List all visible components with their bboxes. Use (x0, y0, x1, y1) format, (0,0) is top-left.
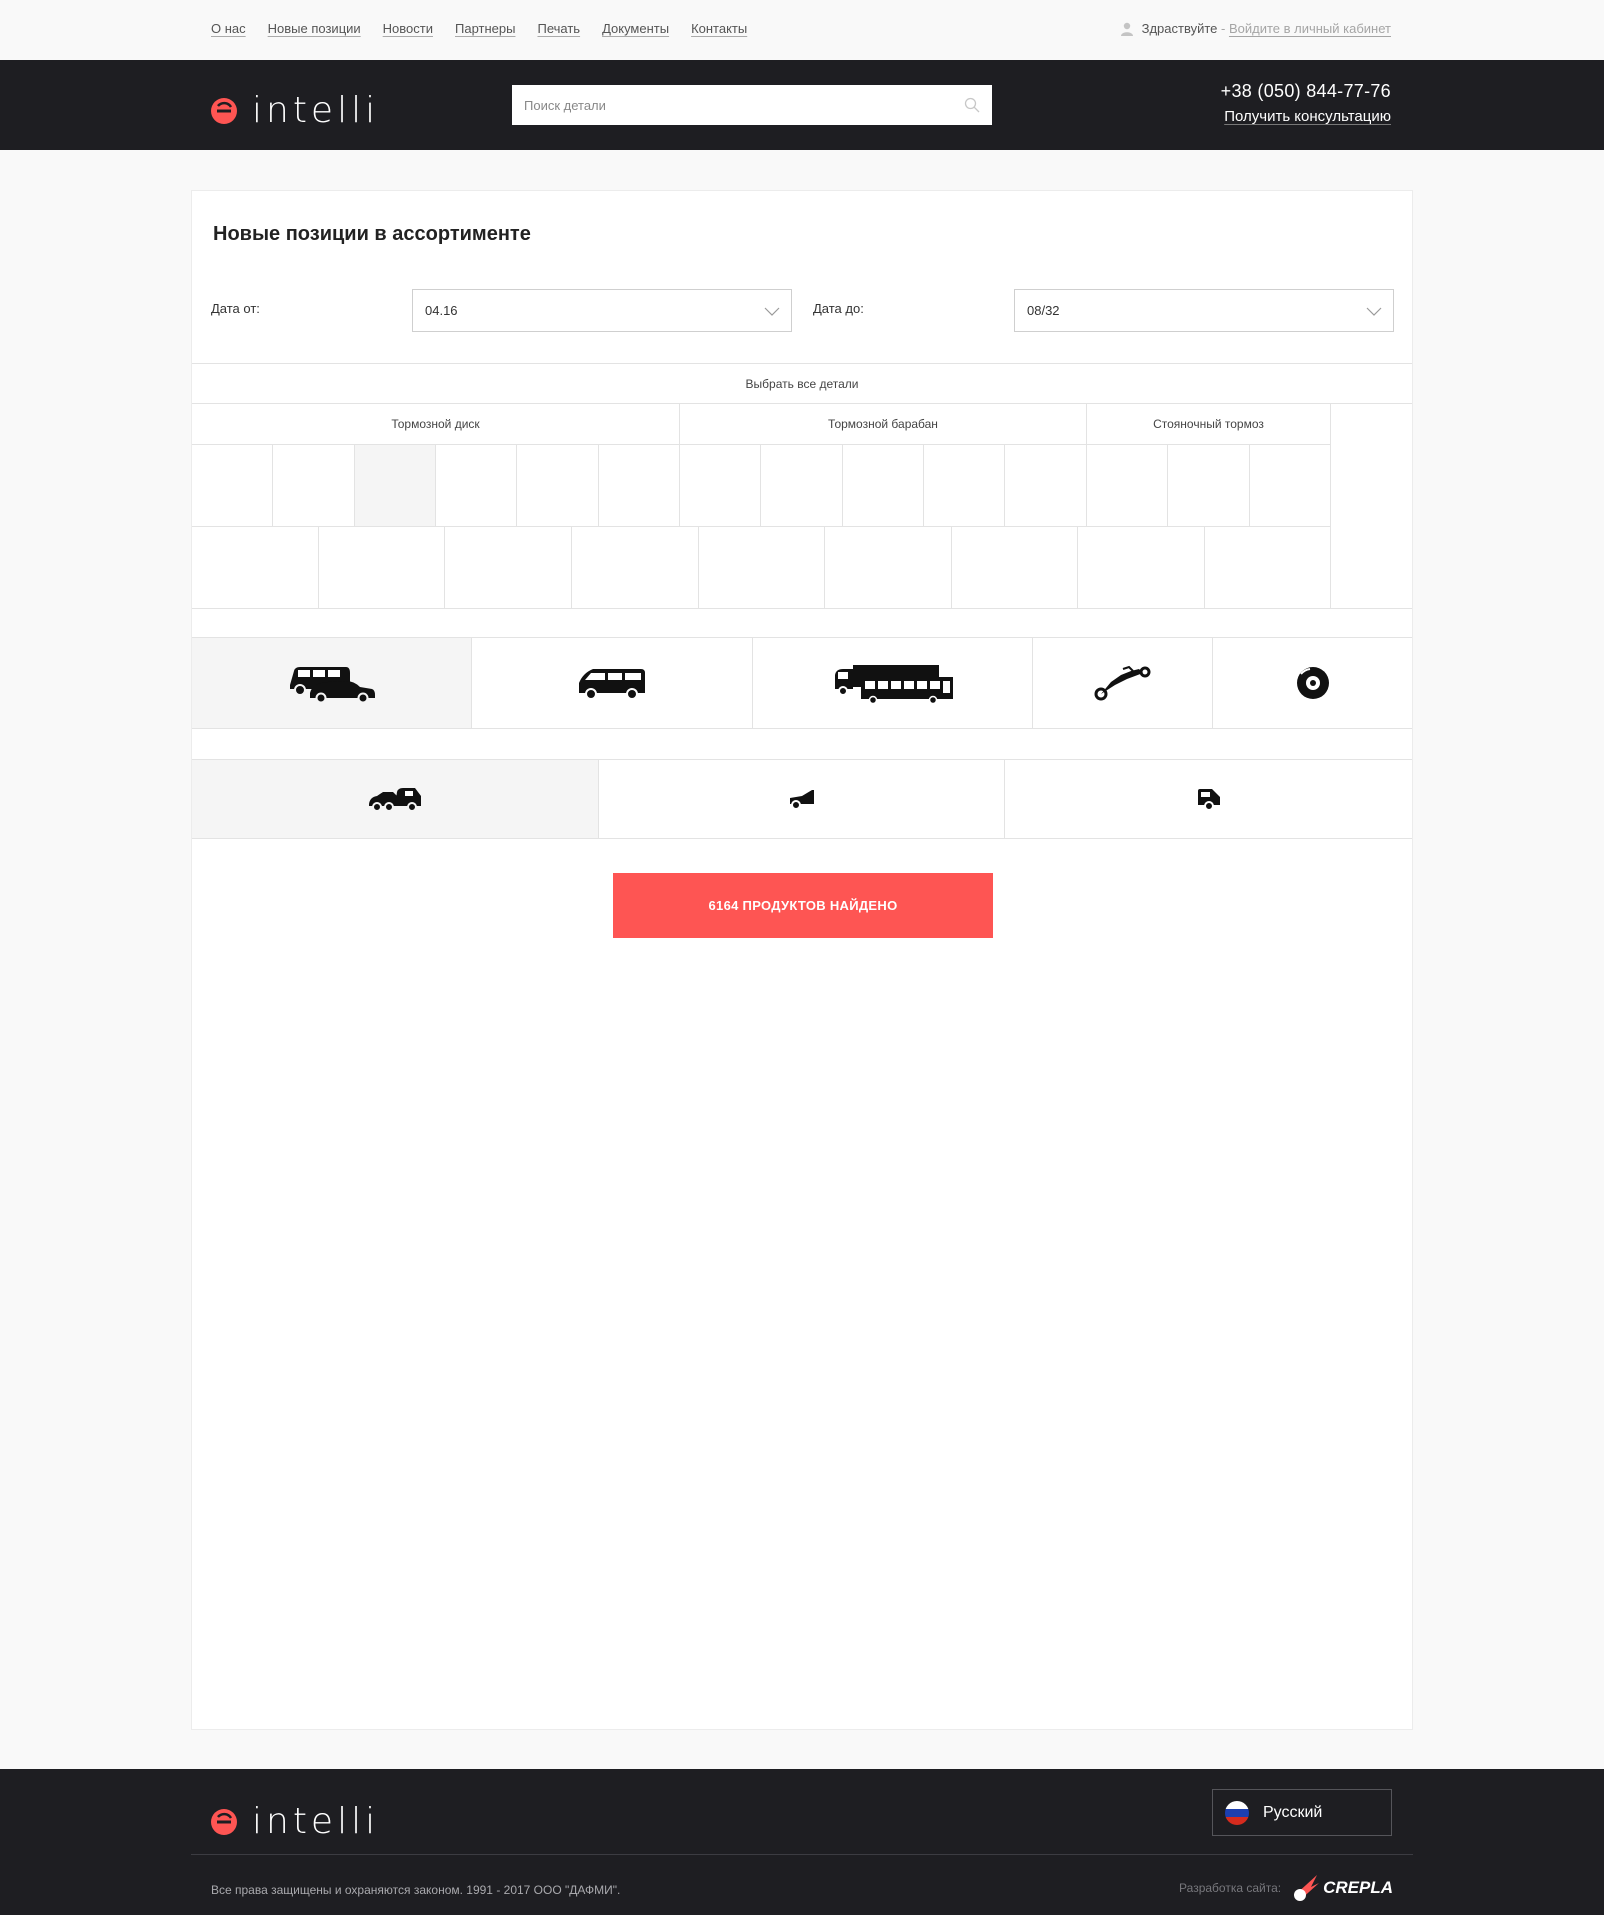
russia-flag-icon (1225, 1800, 1249, 1825)
part-cell[interactable] (1005, 445, 1087, 527)
car-pair-icon (369, 788, 421, 812)
tab-brake-drum[interactable]: Тормозной барабан (680, 404, 1087, 445)
top-bar: О нас Новые позиции Новости Партнеры Печ… (0, 0, 1604, 60)
developer-credit: Разработка сайта: CREPLA (1179, 1873, 1393, 1903)
date-to-select[interactable]: 08/32 (1014, 289, 1394, 332)
developer-brand: CREPLA (1323, 1878, 1393, 1897)
login-link[interactable]: Войдите в личный кабинет (1229, 21, 1391, 36)
vehicle-truck-and-bus[interactable] (753, 638, 1033, 728)
grid-filler (1331, 404, 1412, 609)
nav-link-about[interactable]: О нас (211, 21, 246, 36)
date-to-value: 08/32 (1027, 303, 1060, 318)
site-footer: intelli Русский Все права защищены и охр… (0, 1769, 1604, 1915)
tab-brake-disc[interactable]: Тормозной диск (192, 404, 680, 445)
nav-link-news[interactable]: Новости (383, 21, 433, 36)
crepla-logo-icon (1294, 1875, 1320, 1901)
footer-divider (191, 1854, 1413, 1855)
part-cell[interactable] (192, 527, 319, 609)
footer-logo[interactable]: intelli (210, 1801, 379, 1842)
part-cell[interactable] (761, 445, 843, 527)
sedan-front-icon (789, 790, 814, 810)
search-box (512, 85, 992, 125)
contact-block: +38 (050) 844-77-76 Получить консультаци… (1221, 81, 1391, 125)
body-sedan[interactable] (599, 760, 1005, 838)
part-cell[interactable] (843, 445, 924, 527)
truck-and-bus-icon (834, 665, 953, 703)
part-cell[interactable] (1087, 445, 1168, 527)
user-icon (1120, 22, 1133, 36)
select-all-details[interactable]: Выбрать все детали (192, 363, 1412, 404)
body-car-pair[interactable] (192, 760, 599, 838)
logo-mark-icon (211, 1808, 237, 1835)
chevron-down-icon (764, 307, 780, 316)
phone-number[interactable]: +38 (050) 844-77-76 (1221, 81, 1391, 102)
developer-label: Разработка сайта: (1179, 1881, 1282, 1895)
nav-link-partners[interactable]: Партнеры (455, 21, 515, 36)
body-type-row (192, 759, 1412, 839)
language-label: Русский (1263, 1803, 1323, 1821)
part-cell[interactable] (572, 527, 699, 609)
footer-logo-text: intelli (252, 1801, 380, 1842)
part-cell[interactable] (273, 445, 355, 527)
search-input[interactable] (512, 85, 992, 125)
main-card: Новые позиции в ассортименте Дата от: 04… (191, 190, 1413, 1730)
vehicle-cars-and-van[interactable] (192, 638, 472, 728)
part-cell[interactable] (599, 445, 680, 527)
nav-link-documents[interactable]: Документы (602, 21, 669, 36)
part-cell[interactable] (699, 527, 825, 609)
part-cell[interactable] (445, 527, 572, 609)
date-from-value: 04.16 (425, 303, 458, 318)
developer-logo[interactable]: CREPLA (1291, 1873, 1393, 1903)
page-title: Новые позиции в ассортименте (213, 223, 531, 245)
language-select[interactable]: Русский (1212, 1789, 1392, 1836)
logo[interactable]: intelli (210, 90, 379, 131)
logo-mark-icon (211, 97, 237, 124)
logo-text: intelli (252, 90, 380, 131)
search-icon[interactable] (964, 97, 980, 113)
date-from-select[interactable]: 04.16 (412, 289, 792, 332)
part-cell[interactable] (319, 527, 445, 609)
greeting-separator: - (1217, 21, 1229, 36)
user-greeting: Здраствуйте - Войдите в личный кабинет (1120, 21, 1391, 36)
greeting-text: Здраствуйте (1141, 21, 1218, 36)
part-cell[interactable] (1205, 527, 1331, 609)
part-cell[interactable] (1078, 527, 1205, 609)
body-suv[interactable] (1005, 760, 1412, 838)
part-cell[interactable] (1250, 445, 1331, 527)
part-cell[interactable] (436, 445, 517, 527)
part-cell-selected[interactable] (355, 445, 436, 527)
part-cell[interactable] (924, 445, 1005, 527)
suv-rear-icon (1197, 789, 1220, 811)
date-to-label: Дата до: (813, 301, 864, 316)
nav-link-new-positions[interactable]: Новые позиции (268, 21, 361, 36)
cars-and-van-icon (289, 667, 375, 703)
top-nav: О нас Новые позиции Новости Партнеры Печ… (211, 21, 747, 36)
copyright-text: Все права защищены и охраняются законом.… (211, 1883, 621, 1897)
results-found-button[interactable]: 6164 ПРОДУКТОВ НАЙДЕНО (613, 873, 993, 938)
part-cell[interactable] (192, 445, 273, 527)
tab-parking-brake[interactable]: Стояночный тормоз (1087, 404, 1331, 445)
motorcycle-icon (1094, 665, 1150, 701)
part-cell[interactable] (517, 445, 599, 527)
site-header: intelli +38 (050) 844-77-76 Получить кон… (0, 60, 1604, 150)
nav-link-contacts[interactable]: Контакты (691, 21, 747, 36)
brake-disc-icon (1296, 667, 1329, 699)
part-cell[interactable] (952, 527, 1078, 609)
vehicle-brake-disc[interactable] (1213, 638, 1412, 728)
part-cell[interactable] (680, 445, 761, 527)
date-from-label: Дата от: (211, 301, 260, 316)
vehicle-motorcycle[interactable] (1033, 638, 1213, 728)
nav-link-print[interactable]: Печать (537, 21, 580, 36)
vehicle-minivan[interactable] (472, 638, 753, 728)
minivan-icon (579, 669, 645, 700)
part-cell[interactable] (1168, 445, 1250, 527)
chevron-down-icon (1366, 307, 1382, 316)
consult-link[interactable]: Получить консультацию (1221, 108, 1391, 125)
part-cell[interactable] (825, 527, 952, 609)
vehicle-type-row (192, 637, 1412, 729)
